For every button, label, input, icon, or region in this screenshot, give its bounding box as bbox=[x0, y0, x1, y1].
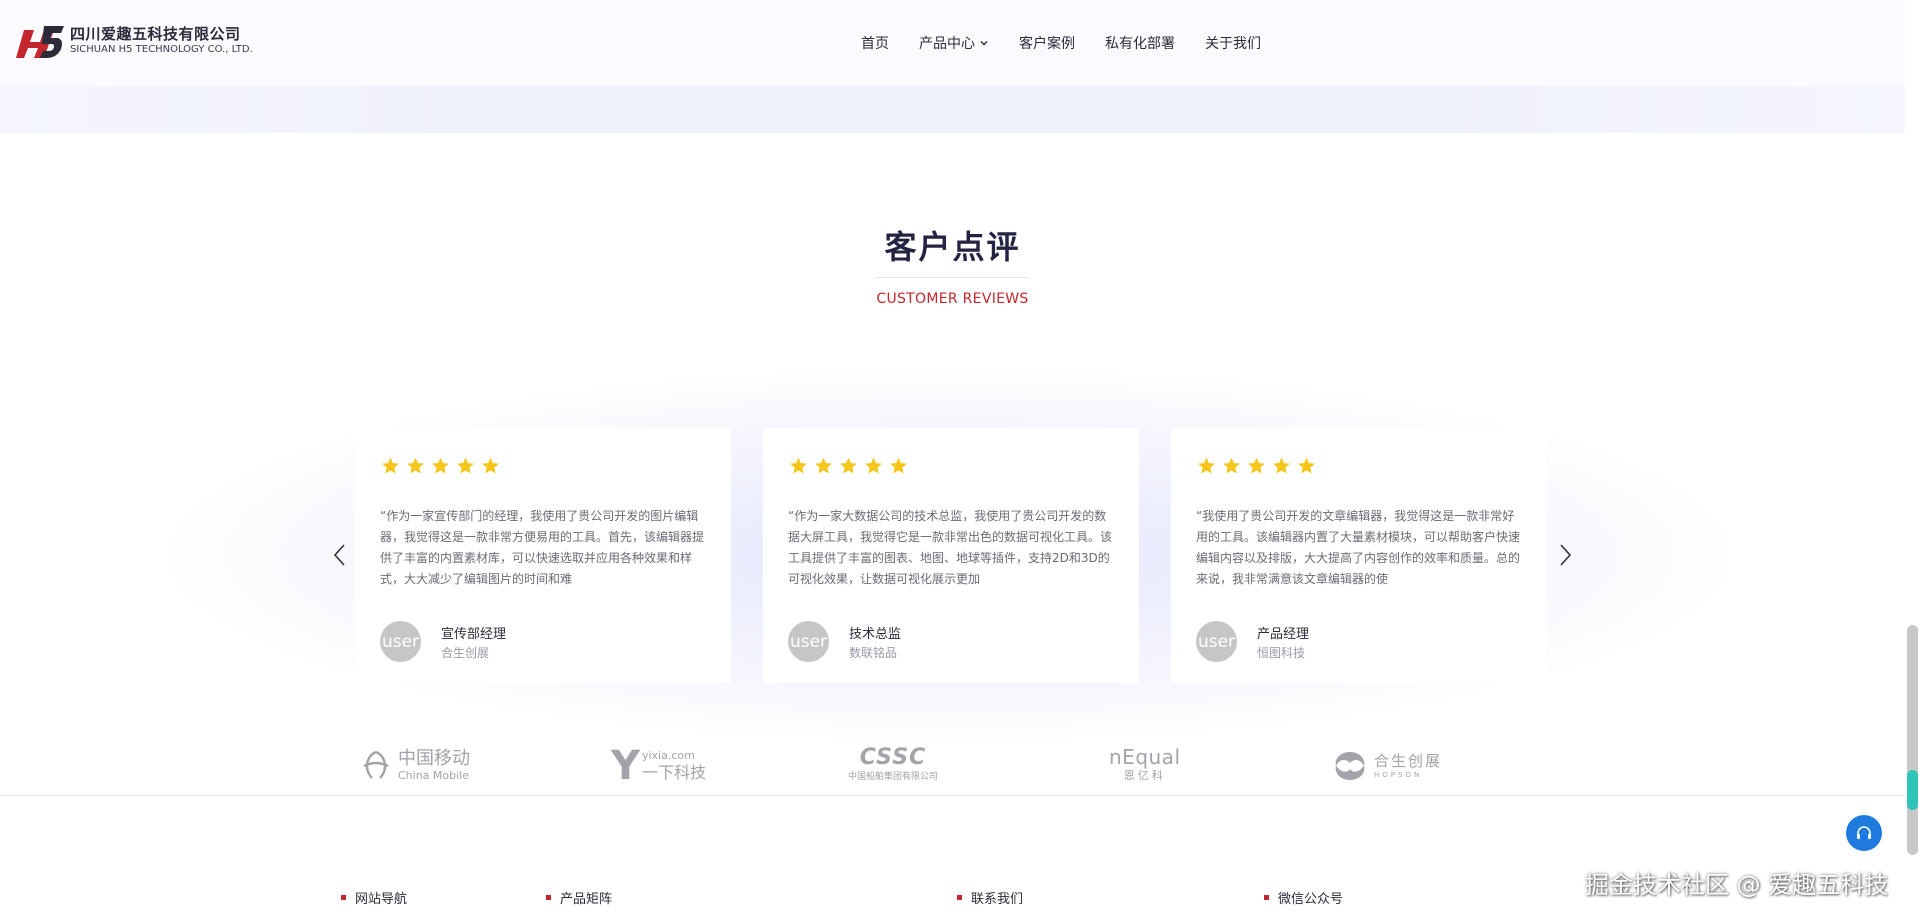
partner-subname: 恩亿科 bbox=[1123, 769, 1166, 782]
avatar: user bbox=[380, 621, 421, 662]
star-icon bbox=[432, 457, 449, 474]
star-icon bbox=[407, 457, 424, 474]
bullet-icon bbox=[546, 895, 551, 900]
nav-item-private-deploy[interactable]: 私有化部署 bbox=[1105, 33, 1175, 53]
carousel-prev-icon[interactable] bbox=[330, 540, 350, 570]
footer-heading-label: 微信公众号 bbox=[1278, 892, 1344, 907]
reviewer-company: 恒图科技 bbox=[1257, 646, 1306, 660]
footer-heading-label: 网站导航 bbox=[355, 892, 408, 907]
review-card: “我使用了贵公司开发的文章编辑器，我觉得这是一款非常好用的工具。该编辑器内置了大… bbox=[1171, 428, 1547, 683]
section-divider bbox=[0, 795, 1905, 796]
star-icon bbox=[382, 457, 399, 474]
bullet-icon bbox=[1264, 895, 1269, 900]
star-icon bbox=[1248, 457, 1265, 474]
review-text: “作为一家大数据公司的技术总监，我使用了贵公司开发的数据大屏工具，我觉得它是一款… bbox=[788, 509, 1113, 586]
nav-label: 关于我们 bbox=[1205, 36, 1261, 52]
carousel-next-icon[interactable] bbox=[1555, 540, 1575, 570]
reviewer-company: 合生创展 bbox=[441, 646, 490, 660]
yixia-logo-icon: Y bbox=[611, 743, 640, 789]
company-name-en: SICHUAN H5 TECHNOLOGY CO., LTD. bbox=[70, 44, 253, 55]
header-band bbox=[0, 86, 1905, 133]
avatar: user bbox=[1196, 621, 1237, 662]
scrollbar-thumb[interactable] bbox=[1907, 625, 1918, 855]
title-divider bbox=[876, 277, 1028, 278]
footer-heading-wechat: 微信公众号 bbox=[1264, 888, 1343, 907]
star-icon bbox=[890, 457, 907, 474]
review-card: “作为一家大数据公司的技术总监，我使用了贵公司开发的数据大屏工具，我觉得它是一款… bbox=[763, 428, 1139, 683]
partner-name: yixia.com bbox=[641, 749, 695, 762]
nav-item-products[interactable]: 产品中心 bbox=[919, 33, 989, 53]
reviewer-role: 产品经理 bbox=[1257, 627, 1310, 642]
nav-label: 私有化部署 bbox=[1105, 36, 1175, 52]
footer-heading-label: 联系我们 bbox=[971, 892, 1024, 907]
china-mobile-logo-icon bbox=[363, 750, 389, 779]
scrollbar[interactable] bbox=[1905, 0, 1920, 921]
nav-label: 首页 bbox=[861, 36, 889, 52]
bullet-icon bbox=[957, 895, 962, 900]
partner-logo-nequal: nEqual 恩亿科 bbox=[1109, 745, 1181, 787]
watermark: 掘金技术社区 @ 爱趣五科技 bbox=[1585, 871, 1889, 899]
partner-name: 中国移动 bbox=[398, 748, 470, 769]
star-icon bbox=[1198, 457, 1215, 474]
company-name-cn: 四川爱趣五科技有限公司 bbox=[70, 25, 241, 43]
review-text: “我使用了贵公司开发的文章编辑器，我觉得这是一款非常好用的工具。该编辑器内置了大… bbox=[1196, 509, 1521, 586]
star-rating bbox=[380, 456, 501, 476]
partner-name: 合生创展 bbox=[1374, 752, 1443, 770]
customer-service-button[interactable] bbox=[1846, 815, 1882, 851]
partner-subname: HOPSON bbox=[1374, 771, 1423, 779]
partner-subname: China Mobile bbox=[398, 769, 470, 782]
review-text: “作为一家宣传部门的经理，我使用了贵公司开发的图片编辑器，我觉得这是一款非常方便… bbox=[380, 509, 705, 586]
nav-item-about[interactable]: 关于我们 bbox=[1205, 33, 1261, 53]
star-icon bbox=[1223, 457, 1240, 474]
reviewer-company: 数联铭品 bbox=[849, 646, 898, 660]
section-title: 客户点评 bbox=[884, 228, 1021, 266]
nav-item-home[interactable]: 首页 bbox=[861, 33, 889, 53]
footer-heading-label: 产品矩阵 bbox=[560, 892, 613, 907]
star-rating bbox=[1196, 456, 1317, 476]
star-rating bbox=[788, 456, 909, 476]
star-icon bbox=[1298, 457, 1315, 474]
h5-logo-icon bbox=[16, 26, 64, 58]
star-icon bbox=[790, 457, 807, 474]
site-header: 四川爱趣五科技有限公司 SICHUAN H5 TECHNOLOGY CO., L… bbox=[0, 0, 1905, 86]
bullet-icon bbox=[341, 895, 346, 900]
partner-name: nEqual bbox=[1109, 745, 1181, 769]
partner-logo-cssc: CSSC 中国船舶集团有限公司 bbox=[848, 745, 938, 787]
partner-logo-hopson: 合生创展 HOPSON bbox=[1330, 745, 1442, 787]
partner-subname: 一下科技 bbox=[641, 763, 706, 782]
footer-heading-site-nav: 网站导航 bbox=[341, 888, 407, 907]
review-card: “作为一家宣传部门的经理，我使用了贵公司开发的图片编辑器，我觉得这是一款非常方便… bbox=[355, 428, 731, 683]
partner-subname: 中国船舶集团有限公司 bbox=[848, 772, 939, 782]
hopson-logo-icon bbox=[1335, 752, 1365, 780]
headset-icon bbox=[1857, 826, 1871, 839]
nav-label: 产品中心 bbox=[919, 36, 975, 52]
star-icon bbox=[482, 457, 499, 474]
partner-logos: 中国移动 China Mobile Y yixia.com 一下科技 CSSC … bbox=[0, 745, 1905, 790]
footer-heading-products: 产品矩阵 bbox=[546, 888, 612, 907]
section-subtitle: CUSTOMER REVIEWS bbox=[876, 291, 1029, 307]
partner-name: CSSC bbox=[859, 745, 927, 770]
company-logo[interactable]: 四川爱趣五科技有限公司 SICHUAN H5 TECHNOLOGY CO., L… bbox=[14, 22, 253, 60]
chevron-down-icon bbox=[980, 41, 988, 46]
main-nav: 首页 产品中心 客户案例 私有化部署 关于我们 bbox=[861, 33, 1291, 53]
footer-heading-contact: 联系我们 bbox=[957, 888, 1023, 907]
star-icon bbox=[815, 457, 832, 474]
reviewer-role: 宣传部经理 bbox=[441, 627, 507, 642]
nav-label: 客户案例 bbox=[1019, 36, 1075, 52]
star-icon bbox=[865, 457, 882, 474]
reviewer-role: 技术总监 bbox=[849, 627, 902, 642]
star-icon bbox=[840, 457, 857, 474]
scrollbar-accent bbox=[1907, 770, 1918, 810]
avatar: user bbox=[788, 621, 829, 662]
partner-logo-china-mobile: 中国移动 China Mobile bbox=[358, 745, 470, 787]
partner-logo-yixia: Y yixia.com 一下科技 bbox=[611, 745, 706, 787]
nav-item-cases[interactable]: 客户案例 bbox=[1019, 33, 1075, 53]
star-icon bbox=[1273, 457, 1290, 474]
star-icon bbox=[457, 457, 474, 474]
